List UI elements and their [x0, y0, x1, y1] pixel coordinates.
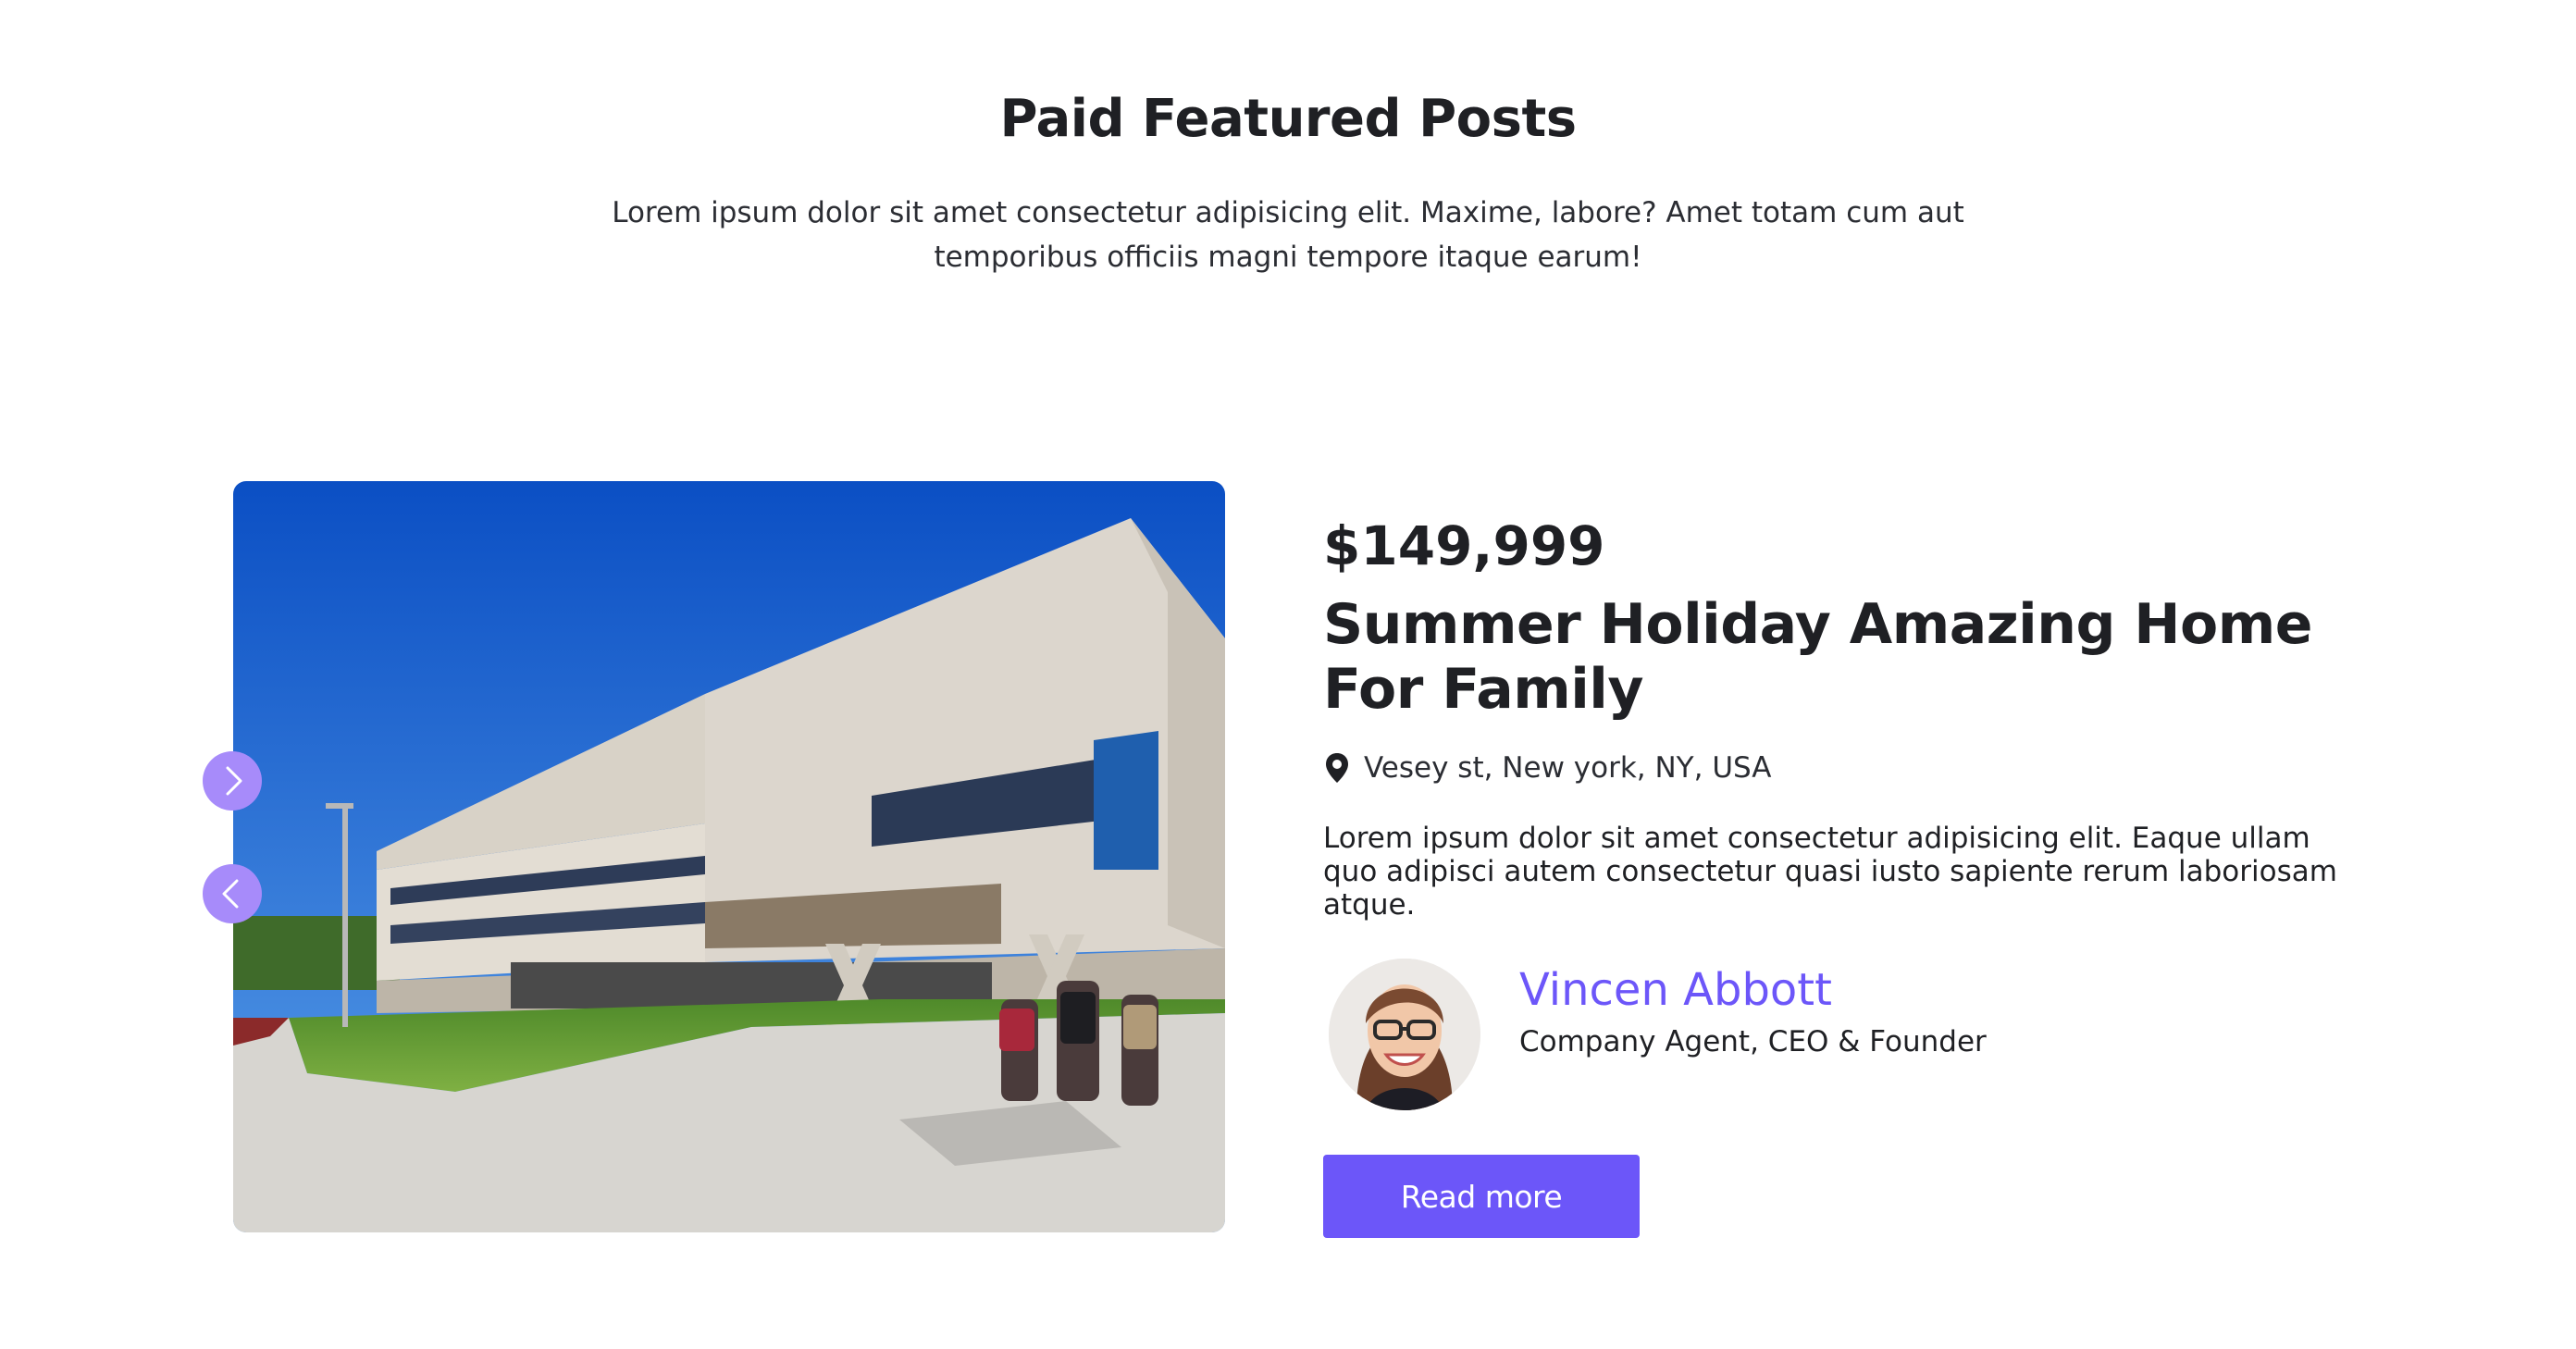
- listing-location: Vesey st, New york, NY, USA: [1323, 751, 1771, 785]
- listing-title: Summer Holiday Amazing Home For Family: [1323, 592, 2312, 722]
- listing-price: $149,999: [1323, 514, 1605, 577]
- section-title: Paid Featured Posts: [999, 89, 1577, 149]
- section-description: Lorem ipsum dolor sit amet consectetur a…: [612, 196, 1964, 274]
- chevron-left-icon: [222, 879, 239, 909]
- location-text: Vesey st, New york, NY, USA: [1364, 751, 1772, 785]
- chevron-right-icon: [226, 766, 242, 796]
- read-more-button[interactable]: Read more: [1323, 1155, 1640, 1238]
- agent-avatar: [1329, 959, 1480, 1110]
- agent-role: Company Agent, CEO & Founder: [1519, 1025, 1987, 1058]
- listing-description: Lorem ipsum dolor sit amet consectetur a…: [1323, 822, 2337, 922]
- listing-photo: [233, 481, 1225, 1232]
- carousel-next-button[interactable]: [203, 751, 262, 811]
- map-pin-icon: [1326, 753, 1348, 783]
- agent-name[interactable]: Vincen Abbott: [1519, 964, 1832, 1016]
- carousel-prev-button[interactable]: [203, 864, 262, 923]
